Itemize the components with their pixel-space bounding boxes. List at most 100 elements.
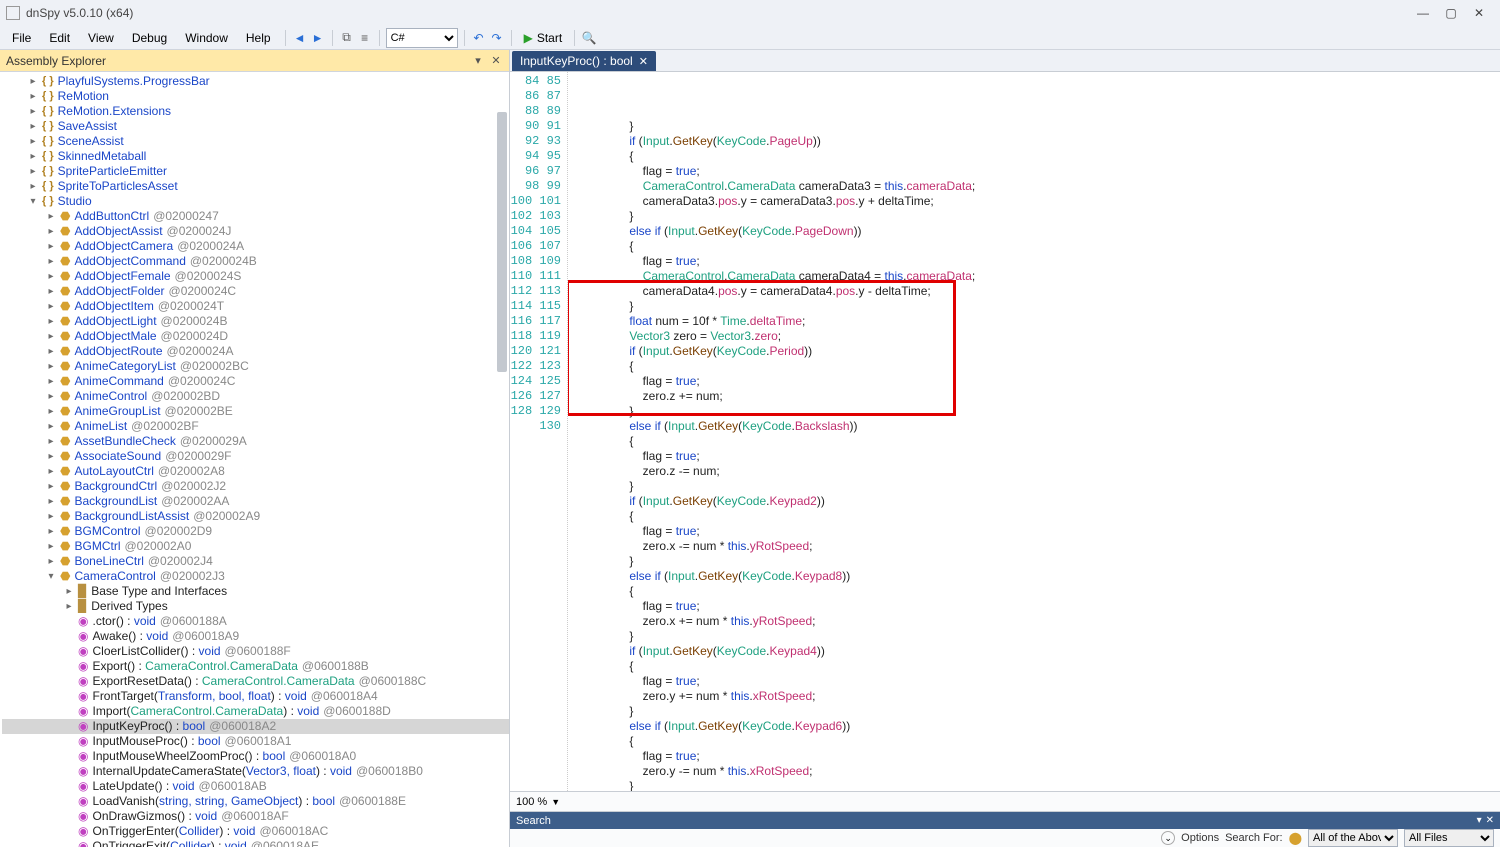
searchfor-label: Search For: <box>1225 832 1282 844</box>
tree-row[interactable]: ▸⬣BGMCtrl @020002A0 <box>2 539 509 554</box>
tree-row[interactable]: ▸{ }ReMotion <box>2 89 509 104</box>
tab-close-icon[interactable]: ✕ <box>639 55 648 68</box>
tree-row[interactable]: ▸⬣AnimeCommand @0200024C <box>2 374 509 389</box>
tab-label: InputKeyProc() : bool <box>520 54 633 68</box>
search-icon[interactable]: 🔍 <box>581 30 597 46</box>
assembly-explorer-panel: Assembly Explorer ▾ ✕ ▸{ }PlayfulSystems… <box>0 50 510 847</box>
new-tab-icon[interactable]: ⧉ <box>339 30 355 46</box>
menu-window[interactable]: Window <box>177 29 236 47</box>
maximize-button[interactable]: ▢ <box>1444 6 1458 20</box>
tree-row[interactable]: ▾{ }Studio <box>2 194 509 209</box>
tree-row[interactable]: ◉CloerListCollider() : void @0600188F <box>2 644 509 659</box>
tree-row[interactable]: ◉InputKeyProc() : bool @060018A2 <box>2 719 509 734</box>
zoom-bar: 100 % ▼ <box>510 791 1500 811</box>
tree-row[interactable]: ◉Awake() : void @060018A9 <box>2 629 509 644</box>
tree-row[interactable]: ▸⬣AnimeList @020002BF <box>2 419 509 434</box>
tree-row[interactable]: ▸⬣AnimeCategoryList @020002BC <box>2 359 509 374</box>
tree-row[interactable]: ▸⬣AddObjectAssist @0200024J <box>2 224 509 239</box>
tree-row[interactable]: ◉InputMouseWheelZoomProc() : bool @06001… <box>2 749 509 764</box>
tree-row[interactable]: ◉.ctor() : void @0600188A <box>2 614 509 629</box>
panel-close-icon[interactable]: ✕ <box>489 54 503 68</box>
tree-row[interactable]: ▸▉Base Type and Interfaces <box>2 584 509 599</box>
menu-view[interactable]: View <box>80 29 122 47</box>
search-close-icon[interactable]: ✕ <box>1486 815 1494 826</box>
language-select[interactable]: C# <box>386 28 458 48</box>
tree-row[interactable]: ▸⬣AddObjectCamera @0200024A <box>2 239 509 254</box>
search-header: Search ▾ ✕ <box>510 812 1500 829</box>
tree-row[interactable]: ▸⬣BGMControl @020002D9 <box>2 524 509 539</box>
nav-back-icon[interactable]: ◄ <box>292 30 308 46</box>
code-editor[interactable]: 84 85 86 87 88 89 90 91 92 93 94 95 96 9… <box>510 72 1500 791</box>
menubar: File Edit View Debug Window Help ◄ ► ⧉ ≡… <box>0 26 1500 50</box>
tree-row[interactable]: ▸{ }SpriteToParticlesAsset <box>2 179 509 194</box>
tree-row[interactable]: ▸⬣BackgroundCtrl @020002J2 <box>2 479 509 494</box>
tree-row[interactable]: ▸⬣AssetBundleCheck @0200029A <box>2 434 509 449</box>
tree-row[interactable]: ▸{ }PlayfulSystems.ProgressBar <box>2 74 509 89</box>
searchfor-icon: ⬤ <box>1289 831 1302 845</box>
app-icon <box>6 6 20 20</box>
minimize-button[interactable]: — <box>1416 6 1430 20</box>
tree-row[interactable]: ◉FrontTarget(Transform, bool, float) : v… <box>2 689 509 704</box>
redo-icon[interactable]: ↷ <box>489 30 505 46</box>
tree-row[interactable]: ◉LoadVanish(string, string, GameObject) … <box>2 794 509 809</box>
tree-row[interactable]: ▸⬣AddObjectRoute @0200024A <box>2 344 509 359</box>
searchfor-select[interactable]: All of the Above <box>1308 829 1398 847</box>
tree-row[interactable]: ◉InternalUpdateCameraState(Vector3, floa… <box>2 764 509 779</box>
tree-row[interactable]: ▸⬣AnimeControl @020002BD <box>2 389 509 404</box>
tree-row[interactable]: ▸⬣AddObjectCommand @0200024B <box>2 254 509 269</box>
options-toggle-icon[interactable]: ⌄ <box>1161 831 1175 845</box>
searchin-select[interactable]: All Files <box>1404 829 1494 847</box>
zoom-value: 100 % <box>516 796 547 808</box>
tab-inputkeyproc[interactable]: InputKeyProc() : bool ✕ <box>512 51 656 71</box>
tree-row[interactable]: ◉OnTriggerExit(Collider) : void @060018A… <box>2 839 509 847</box>
tree-row[interactable]: ▸⬣AddObjectMale @0200024D <box>2 329 509 344</box>
assembly-explorer-title: Assembly Explorer <box>6 54 106 68</box>
wrap-icon[interactable]: ≡ <box>357 30 373 46</box>
search-title: Search <box>516 815 551 827</box>
tree-row[interactable]: ▸⬣BackgroundListAssist @020002A9 <box>2 509 509 524</box>
tree-row[interactable]: ▸⬣AssociateSound @0200029F <box>2 449 509 464</box>
window-title: dnSpy v5.0.10 (x64) <box>26 6 1416 20</box>
menu-edit[interactable]: Edit <box>41 29 78 47</box>
tree-row[interactable]: ▸⬣AddButtonCtrl @02000247 <box>2 209 509 224</box>
menu-help[interactable]: Help <box>238 29 279 47</box>
tree-row[interactable]: ▸{ }SaveAssist <box>2 119 509 134</box>
tree-row[interactable]: ▸⬣AddObjectFemale @0200024S <box>2 269 509 284</box>
tree-row[interactable]: ◉InputMouseProc() : bool @060018A1 <box>2 734 509 749</box>
tree-row[interactable]: ▸⬣AddObjectItem @0200024T <box>2 299 509 314</box>
tree-row[interactable]: ▸{ }SceneAssist <box>2 134 509 149</box>
menu-file[interactable]: File <box>4 29 39 47</box>
nav-fwd-icon[interactable]: ► <box>310 30 326 46</box>
search-panel: Search ▾ ✕ ⌄ Options Search For: ⬤ All o… <box>510 811 1500 847</box>
tree-row[interactable]: ▸▉Derived Types <box>2 599 509 614</box>
tree-row[interactable]: ◉OnDrawGizmos() : void @060018AF <box>2 809 509 824</box>
tree-scrollbar[interactable] <box>497 112 507 372</box>
tree-row[interactable]: ◉OnTriggerEnter(Collider) : void @060018… <box>2 824 509 839</box>
tree-row[interactable]: ▸{ }SkinnedMetaball <box>2 149 509 164</box>
close-button[interactable]: ✕ <box>1472 6 1486 20</box>
tree-row[interactable]: ▸⬣BoneLineCtrl @020002J4 <box>2 554 509 569</box>
tree-row[interactable]: ▸⬣AddObjectLight @0200024B <box>2 314 509 329</box>
tree-row[interactable]: ▸{ }ReMotion.Extensions <box>2 104 509 119</box>
tree-row[interactable]: ◉LateUpdate() : void @060018AB <box>2 779 509 794</box>
tree-row[interactable]: ▾⬣CameraControl @020002J3 <box>2 569 509 584</box>
tree-row[interactable]: ◉Export() : CameraControl.CameraData @06… <box>2 659 509 674</box>
search-pin-icon[interactable]: ▾ <box>1477 815 1482 826</box>
tree-row[interactable]: ◉Import(CameraControl.CameraData) : void… <box>2 704 509 719</box>
tree-row[interactable]: ▸⬣BackgroundList @020002AA <box>2 494 509 509</box>
tree-row[interactable]: ▸⬣AnimeGroupList @020002BE <box>2 404 509 419</box>
tree-row[interactable]: ▸⬣AutoLayoutCtrl @020002A8 <box>2 464 509 479</box>
menu-debug[interactable]: Debug <box>124 29 175 47</box>
code-area[interactable]: } if (Input.GetKey(KeyCode.PageUp)) { fl… <box>568 72 1500 791</box>
titlebar: dnSpy v5.0.10 (x64) — ▢ ✕ <box>0 0 1500 26</box>
options-label: Options <box>1181 832 1219 844</box>
undo-icon[interactable]: ↶ <box>471 30 487 46</box>
start-button[interactable]: ▶Start <box>518 31 569 45</box>
pin-icon[interactable]: ▾ <box>471 54 485 68</box>
line-gutter: 84 85 86 87 88 89 90 91 92 93 94 95 96 9… <box>510 72 568 791</box>
tree-row[interactable]: ▸{ }SpriteParticleEmitter <box>2 164 509 179</box>
zoom-dropdown-icon[interactable]: ▼ <box>551 797 560 807</box>
tree-row[interactable]: ◉ExportResetData() : CameraControl.Camer… <box>2 674 509 689</box>
assembly-tree[interactable]: ▸{ }PlayfulSystems.ProgressBar▸{ }ReMoti… <box>0 72 509 847</box>
tree-row[interactable]: ▸⬣AddObjectFolder @0200024C <box>2 284 509 299</box>
